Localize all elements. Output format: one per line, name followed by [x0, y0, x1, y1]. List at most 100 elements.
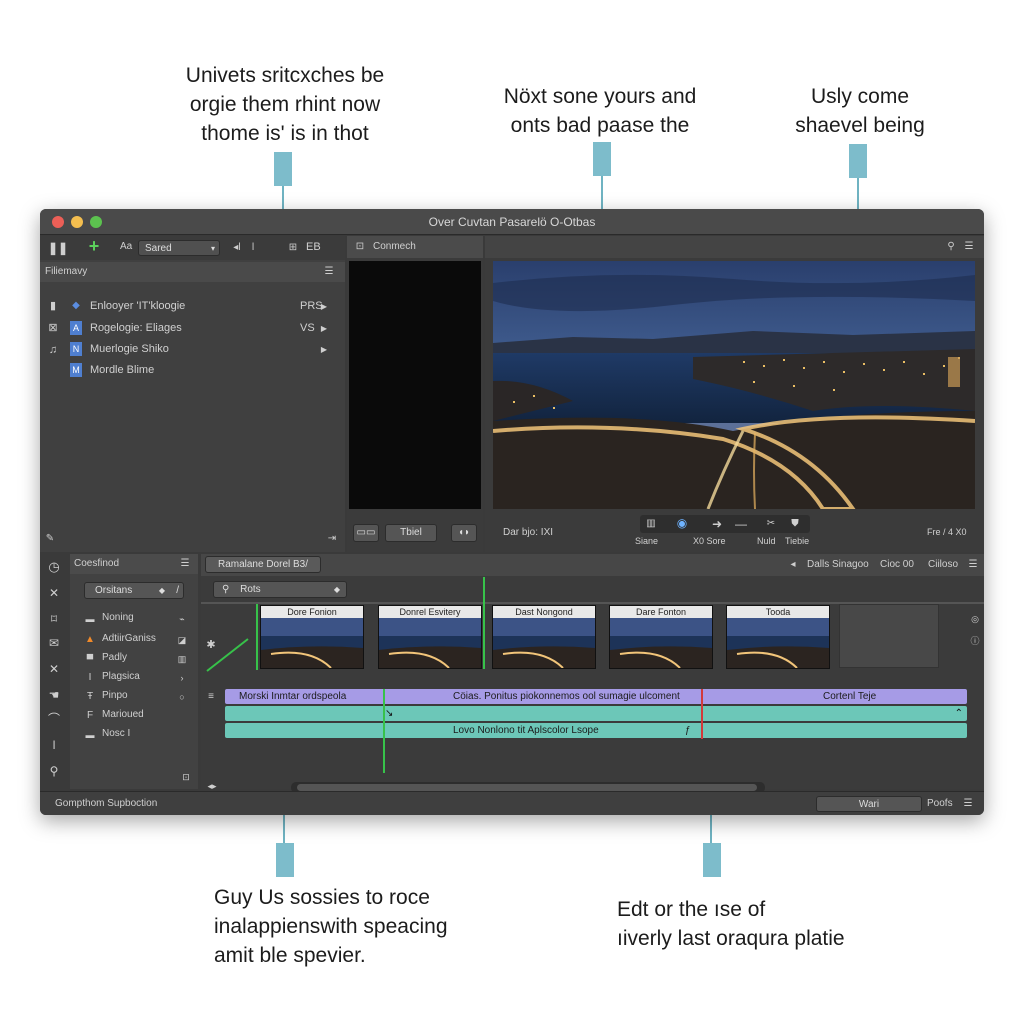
menu-icon[interactable]: ☰ [963, 240, 975, 254]
clip-icon: ◆ [72, 300, 80, 311]
source-button-middle[interactable]: Tbiel [385, 524, 437, 542]
chevron-right-icon: ▶ [320, 345, 328, 354]
trim-icon[interactable]: ✂ [764, 517, 778, 531]
library-item[interactable]: N Muerlogie Shiko ▶ [70, 341, 335, 359]
clip-thumbnail[interactable]: Dore Fonion [260, 605, 364, 669]
minus-icon[interactable]: — [734, 517, 748, 531]
header-button-label[interactable]: Ciiloso [928, 559, 958, 570]
toolbar-right-label: EB [306, 241, 321, 253]
collapse-icon[interactable]: ⇥ [326, 532, 338, 546]
playhead-line-lower[interactable] [383, 689, 385, 773]
timeline-header: Ramalane Dorel B3/ ◂ Dalls Sinagoo Cioc … [201, 554, 984, 576]
grid-view-icon[interactable]: ⊞ [286, 241, 300, 255]
header-button-label[interactable]: Dalls Sinagoo [807, 559, 869, 570]
clip-image [727, 618, 829, 668]
hand-icon[interactable]: ☚ [47, 688, 61, 702]
warning-icon: ▲ [85, 634, 95, 645]
callout-line: shaevel being [795, 114, 925, 137]
footer-label[interactable]: Poofs [927, 798, 953, 809]
clip-thumbnail[interactable]: Donrel Esvitery [378, 605, 482, 669]
sort-dropdown[interactable]: Sared ▾ [138, 240, 220, 256]
clip-view-icon[interactable]: ▥ [644, 517, 658, 531]
clip-thumbnail[interactable]: Dast Nongond [492, 605, 596, 669]
chevron-right-icon: › [180, 673, 184, 683]
pause-icon[interactable]: ❚❚ [48, 241, 68, 255]
audio-icon[interactable]: ◂ [787, 558, 799, 572]
playhead-line[interactable] [483, 577, 485, 669]
pin-icon[interactable]: ⚲ [47, 764, 61, 778]
city-night-image [493, 261, 975, 509]
pin-icon: Ŧ [86, 691, 94, 702]
library-header-title: Filiemavy [45, 266, 88, 277]
library-panel: ❚❚ + Aa Sared ▾ ◂ǀ ǀ ⊞ EB Filiemavy ☰ ▮ … [40, 236, 345, 552]
blade-icon[interactable]: ✕ [47, 586, 61, 600]
snap-icon[interactable]: ✱ [205, 638, 217, 652]
effects-item[interactable]: ▬ Noning ⌁ [80, 610, 192, 628]
forward-icon[interactable]: ➜ [710, 517, 724, 531]
header-button-label[interactable]: Cioc 00 [880, 559, 914, 570]
menu-icon[interactable]: ☰ [962, 797, 974, 811]
video-track[interactable]: ↘ ⌃ [225, 706, 967, 721]
track-menu-icon[interactable]: ≡ [205, 690, 217, 704]
effects-item[interactable]: Ŧ Pinpo ○ [80, 688, 192, 706]
callout-line: onts bad paase the [510, 114, 690, 137]
link-icon: ⌁ [179, 614, 185, 624]
menu-icon[interactable]: ☰ [967, 558, 979, 572]
arc-icon[interactable]: ⌒ [47, 712, 61, 726]
callout-bottom-left: Guy Us sossies to roce inalappienswith s… [214, 883, 504, 970]
source-button-right[interactable]: ◖◗ [451, 524, 477, 542]
marker-icon[interactable]: ǀ [248, 241, 258, 255]
photo-icon[interactable]: ⊠ [46, 321, 60, 335]
add-icon[interactable]: + [86, 237, 102, 255]
film-icon[interactable]: ▮ [46, 299, 60, 313]
expand-icon[interactable]: ⊡ [180, 770, 192, 784]
effects-item[interactable]: ▬ Nosc I [80, 726, 192, 744]
effects-item[interactable]: I Plagsica › [80, 669, 192, 687]
effects-item-label: Noning [102, 612, 134, 623]
clip-title: Donrel Esvitery [379, 606, 481, 618]
in-point-line[interactable] [256, 604, 258, 670]
viewer-header: ⚲ ☰ [485, 236, 984, 258]
flag-icon: F [86, 710, 94, 721]
callout-top-center: Nöxt sone yours and onts bad paase the [470, 82, 730, 140]
timeline-search[interactable]: ⚲ Rots ◆ [213, 581, 347, 598]
settings-icon[interactable]: ✎ [44, 532, 56, 546]
library-item[interactable]: M Mordle Blime [70, 362, 335, 380]
cross-icon[interactable]: ✕ [47, 662, 61, 676]
transport-controls: ▥ ◉ ➜ — ✂ ⛊ [640, 515, 810, 533]
menu-icon[interactable]: ☰ [178, 557, 192, 571]
library-item-shortcut: VS [300, 322, 315, 334]
timeline-tab[interactable]: Ramalane Dorel B3/ [205, 556, 321, 573]
viewer-options-icon[interactable]: ⚲ [945, 240, 957, 254]
pen-icon: ƒ [685, 725, 691, 736]
timeline-scrollbar-thumb[interactable] [297, 784, 757, 791]
crop-icon[interactable]: ⌑ [47, 612, 61, 626]
arrow-icon: ↘ [385, 708, 394, 719]
effects-dropdown[interactable]: Orsitans ◆ / [84, 582, 184, 599]
red-marker[interactable] [701, 689, 703, 739]
source-tab[interactable]: ⊡ Conmech [347, 236, 483, 258]
clock-icon[interactable]: ◷ [47, 560, 61, 574]
title-track[interactable]: Morski Inmtar ordspeola Cöias. Ponitus p… [225, 689, 967, 704]
text-cursor-icon[interactable]: ǀ [47, 738, 61, 752]
effects-item[interactable]: ▲ AdtiirGaniss ◪ [80, 631, 192, 649]
audio-icon[interactable]: ◂ǀ [230, 241, 244, 255]
effects-item[interactable]: F Marioued [80, 707, 192, 725]
source-button-left[interactable]: ▭▭ [353, 524, 379, 542]
chevron-icon: ◆ [333, 585, 340, 594]
effects-item[interactable]: ▀ Padly ▥ [80, 650, 192, 668]
menu-icon[interactable]: ☰ [322, 265, 336, 279]
clip-title: Dare Fonton [610, 606, 712, 618]
audio-track[interactable]: Lovo Nonlono tit Aplscolor Lsope ƒ [225, 723, 967, 738]
footer-button[interactable]: Wari [816, 796, 922, 812]
playback-icon[interactable]: ◉ [674, 516, 690, 530]
library-item[interactable]: ◆ Enlooyer 'IT'kloogie PRS ▶ [70, 298, 335, 316]
mail-icon[interactable]: ✉ [47, 636, 61, 650]
clip-thumbnail[interactable]: Dare Fonton [609, 605, 713, 669]
effects-item-label: AdtiirGaniss [102, 633, 156, 644]
clip-thumbnail[interactable]: Tooda [726, 605, 830, 669]
shield-icon[interactable]: ⛊ [788, 517, 802, 531]
audio-note-icon[interactable]: ♫ [46, 343, 60, 357]
tool-column: ◷ ✕ ⌑ ✉ ✕ ☚ ⌒ ǀ ⚲ [40, 554, 68, 789]
library-item[interactable]: A Rogelogie: Eliages VS ▶ [70, 320, 335, 338]
